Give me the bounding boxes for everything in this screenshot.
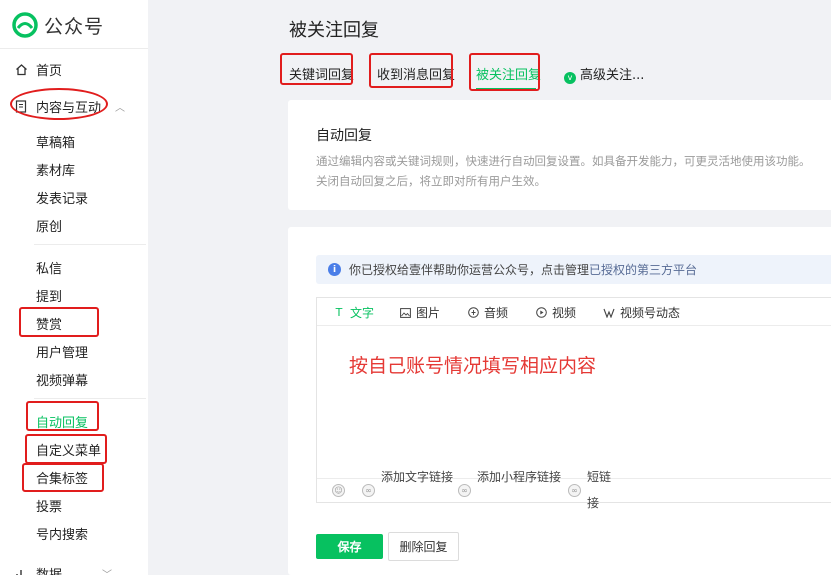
sidebar-item-voting[interactable]: 投票 [36, 496, 62, 515]
authorization-notice: i 你已授权给壹伴帮助你运营公众号，点击管理 已授权的第三方平台 [316, 255, 831, 284]
editor-tab-text[interactable]: T 文字 [333, 304, 374, 321]
sidebar-item-drafts[interactable]: 草稿箱 [36, 132, 75, 151]
short-link-button[interactable]: 短链接 [587, 464, 617, 516]
chevron-down-icon: ﹀ [102, 566, 112, 575]
info-icon: i [328, 263, 341, 276]
editor-tab-label: 图片 [416, 306, 441, 320]
intro-card: 自动回复 通过编辑内容或关键词规则，快速进行自动回复设置。如具备开发能力，可更灵… [288, 100, 831, 210]
miniprogram-link-icon: ∞ [458, 484, 471, 497]
sidebar-item-publish-history[interactable]: 发表记录 [36, 188, 88, 207]
add-text-link-button[interactable]: 添加文字链接 [381, 464, 453, 490]
video-icon [535, 307, 547, 318]
sidebar-item-content[interactable]: 内容与互动 ︿ [14, 97, 125, 116]
reply-content[interactable]: 按自己账号情况填写相应内容 [349, 351, 596, 378]
chevron-up-icon: ︿ [115, 103, 126, 114]
editor-tab-label: 视频 [552, 306, 577, 320]
logo-divider [0, 48, 148, 49]
page-title: 被关注回复 [289, 20, 379, 41]
editor-tab-label: 音频 [484, 306, 509, 320]
tab-message-reply[interactable]: 收到消息回复 [377, 64, 455, 83]
add-miniprogram-link-button[interactable]: 添加小程序链接 [477, 464, 561, 490]
sidebar-item-user-management[interactable]: 用户管理 [36, 342, 88, 361]
link-icon: ∞ [362, 484, 375, 497]
sidebar-divider [34, 244, 146, 245]
short-link-icon: ∞ [568, 484, 581, 497]
tab-follow-reply[interactable]: 被关注回复 [476, 64, 541, 83]
active-tab-indicator [476, 88, 536, 90]
intro-description: 通过编辑内容或关键词规则，快速进行自动回复设置。如具备开发能力，可更灵活地使用该… [316, 151, 811, 191]
editor-tab-label: 视频号动态 [620, 306, 681, 320]
sidebar-item-original[interactable]: 原创 [36, 216, 62, 235]
editor-tab-image[interactable]: 图片 [399, 304, 440, 321]
delete-reply-button[interactable]: 删除回复 [388, 532, 459, 561]
editor-tab-video[interactable]: 视频 [535, 304, 576, 321]
third-party-platform-link[interactable]: 已授权的第三方平台 [589, 261, 697, 278]
sidebar-item-data[interactable]: 数据 ﹀ [14, 564, 112, 575]
sidebar-item-home[interactable]: 首页 [14, 60, 62, 79]
tab-keyword-reply[interactable]: 关键词回复 [289, 64, 354, 83]
sidebar-item-messages[interactable]: 私信 [36, 258, 62, 277]
sidebar-item-materials[interactable]: 素材库 [36, 160, 75, 179]
reply-editor: T 文字 图片 音频 视频 视频号动态 按自己账号情况填写相应内容 ☺ ∞ 添加文… [316, 297, 831, 510]
sidebar-item-account-search[interactable]: 号内搜索 [36, 524, 88, 543]
editor-tabs: T 文字 图片 音频 视频 视频号动态 [317, 298, 831, 326]
logo[interactable]: 公众号 [12, 10, 104, 40]
sidebar-item-video-comments[interactable]: 视频弹幕 [36, 370, 88, 389]
audio-icon [467, 307, 479, 318]
image-icon [399, 307, 411, 318]
chart-icon [14, 567, 28, 575]
intro-desc-line: 关闭自动回复之后，将立即对所有用户生效。 [316, 174, 546, 188]
verified-badge-icon: v [564, 71, 576, 84]
editor-tab-label: 文字 [350, 306, 375, 320]
intro-title: 自动回复 [316, 128, 372, 144]
editor-tab-channels[interactable]: 视频号动态 [603, 304, 680, 321]
sidebar-item-collection-tags[interactable]: 合集标签 [36, 468, 88, 487]
logo-text: 公众号 [44, 15, 105, 38]
home-icon [14, 63, 28, 77]
tab-advanced-follow[interactable]: v 高级关注... [564, 64, 644, 84]
editor-tab-audio[interactable]: 音频 [467, 304, 508, 321]
emoji-icon[interactable]: ☺ [332, 484, 345, 497]
sidebar-item-auto-reply[interactable]: 自动回复 [36, 412, 88, 431]
save-button[interactable]: 保存 [316, 534, 383, 559]
document-icon [14, 100, 28, 114]
sidebar-divider [34, 398, 146, 399]
sidebar-item-label: 首页 [36, 64, 63, 79]
wechat-mp-logo-icon [12, 12, 38, 38]
channels-icon [603, 308, 615, 318]
tab-label: 高级关注... [580, 68, 645, 83]
sidebar: 公众号 首页 内容与互动 ︿ 草稿箱 素材库 发表记录 原创 私信 提到 赞赏 … [0, 0, 148, 575]
sidebar-item-custom-menu[interactable]: 自定义菜单 [36, 440, 101, 459]
text-icon: T [335, 306, 343, 319]
editor-footer: ☺ ∞ 添加文字链接 ∞ 添加小程序链接 ∞ 短链接 [317, 470, 831, 510]
sidebar-item-label: 内容与互动 [36, 101, 102, 116]
sidebar-item-label: 数据 [36, 564, 62, 575]
intro-desc-line: 通过编辑内容或关键词规则，快速进行自动回复设置。如具备开发能力，可更灵活地使用该… [316, 154, 811, 168]
sidebar-item-mentions[interactable]: 提到 [36, 286, 62, 305]
sidebar-item-rewards[interactable]: 赞赏 [36, 314, 62, 333]
notice-text: 你已授权给壹伴帮助你运营公众号，点击管理 [349, 263, 590, 277]
